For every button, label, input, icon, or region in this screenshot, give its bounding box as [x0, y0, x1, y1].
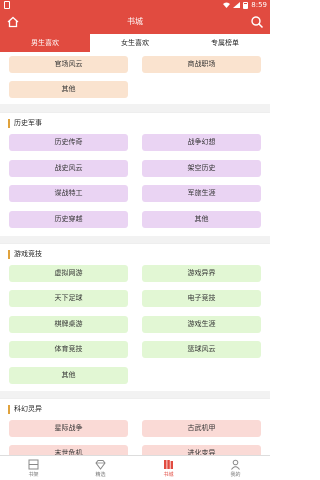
- genre-tag[interactable]: 游戏异界: [142, 265, 261, 282]
- status-indicators: 8:59: [223, 0, 267, 10]
- search-icon[interactable]: [250, 15, 264, 29]
- section-accent-bar: [8, 119, 10, 128]
- bookstore-icon: [164, 460, 173, 469]
- nav-label: 书城: [163, 472, 174, 478]
- tab-male[interactable]: 男生喜欢: [0, 34, 90, 52]
- genre-tag[interactable]: 其他: [142, 211, 261, 228]
- signal-icon: [233, 2, 241, 8]
- diamond-icon: [95, 460, 106, 470]
- section-header-gaming: 游戏竞技: [0, 243, 270, 263]
- genre-tag[interactable]: 棋牌桌游: [9, 316, 128, 333]
- tab-female[interactable]: 女生喜欢: [90, 34, 180, 52]
- status-bar: 8:59: [0, 0, 270, 10]
- genre-tag[interactable]: 古武机甲: [142, 420, 261, 437]
- tab-rankings[interactable]: 专属榜单: [180, 34, 270, 52]
- section-header-history: 历史军事: [0, 112, 270, 132]
- genre-tag[interactable]: 战史风云: [9, 160, 128, 177]
- nav-featured[interactable]: 精选: [67, 456, 134, 480]
- app-bar: 书城: [0, 10, 270, 34]
- bookshelf-icon: [28, 459, 39, 470]
- genre-tag[interactable]: 末世危机: [9, 445, 128, 455]
- bottom-nav: 书架 精选 书城 我的: [0, 455, 270, 480]
- genre-tag[interactable]: 其他: [9, 367, 128, 384]
- nav-bookstore[interactable]: 书城: [135, 456, 202, 480]
- section-accent-bar: [8, 405, 10, 414]
- genre-tag[interactable]: 商战职场: [142, 56, 261, 73]
- genre-tag[interactable]: 游戏生涯: [142, 316, 261, 333]
- genre-tag[interactable]: 架空历史: [142, 160, 261, 177]
- genre-tag[interactable]: 军旅生涯: [142, 185, 261, 202]
- genre-tag[interactable]: 战争幻想: [142, 134, 261, 151]
- nav-label: 我的: [230, 472, 241, 478]
- genre-tag[interactable]: 历史传奇: [9, 134, 128, 151]
- genre-tag[interactable]: 电子竞技: [142, 290, 261, 307]
- profile-icon: [231, 459, 240, 470]
- genre-tag[interactable]: 星际战争: [9, 420, 128, 437]
- genre-tag[interactable]: 其他: [9, 81, 128, 98]
- nav-label: 精选: [95, 472, 106, 478]
- status-time: 8:59: [251, 1, 267, 9]
- genre-tag[interactable]: 官场风云: [9, 56, 128, 73]
- genre-tag[interactable]: 天下足球: [9, 290, 128, 307]
- nav-profile[interactable]: 我的: [202, 456, 269, 480]
- genre-tag[interactable]: 虚拟网游: [9, 265, 128, 282]
- genre-tag[interactable]: 历史穿越: [9, 211, 128, 228]
- page-title: 书城: [127, 17, 143, 26]
- genre-tag[interactable]: 进化变异: [142, 445, 261, 455]
- section-title: 历史军事: [14, 119, 42, 127]
- wifi-icon: [223, 2, 231, 8]
- nav-label: 书架: [28, 472, 39, 478]
- category-tabs: 男生喜欢 女生喜欢 专属榜单: [0, 34, 270, 52]
- battery-icon: [243, 1, 249, 9]
- section-header-scifi: 科幻灵异: [0, 398, 270, 418]
- genre-list[interactable]: 官场风云 商战职场 其他 历史军事 历史传奇 战争幻想 战史风云 架空历史 谍战…: [0, 52, 270, 455]
- genre-tag[interactable]: 谍战特工: [9, 185, 128, 202]
- sd-card-icon: [4, 1, 10, 9]
- genre-tag[interactable]: 体育竞技: [9, 341, 128, 358]
- section-divider: [0, 391, 270, 398]
- nav-bookshelf[interactable]: 书架: [0, 456, 67, 480]
- section-divider: [0, 236, 270, 243]
- genre-tag[interactable]: 篮球风云: [142, 341, 261, 358]
- section-title: 游戏竞技: [14, 250, 42, 258]
- section-title: 科幻灵异: [14, 405, 42, 413]
- section-accent-bar: [8, 250, 10, 259]
- section-divider: [0, 104, 270, 112]
